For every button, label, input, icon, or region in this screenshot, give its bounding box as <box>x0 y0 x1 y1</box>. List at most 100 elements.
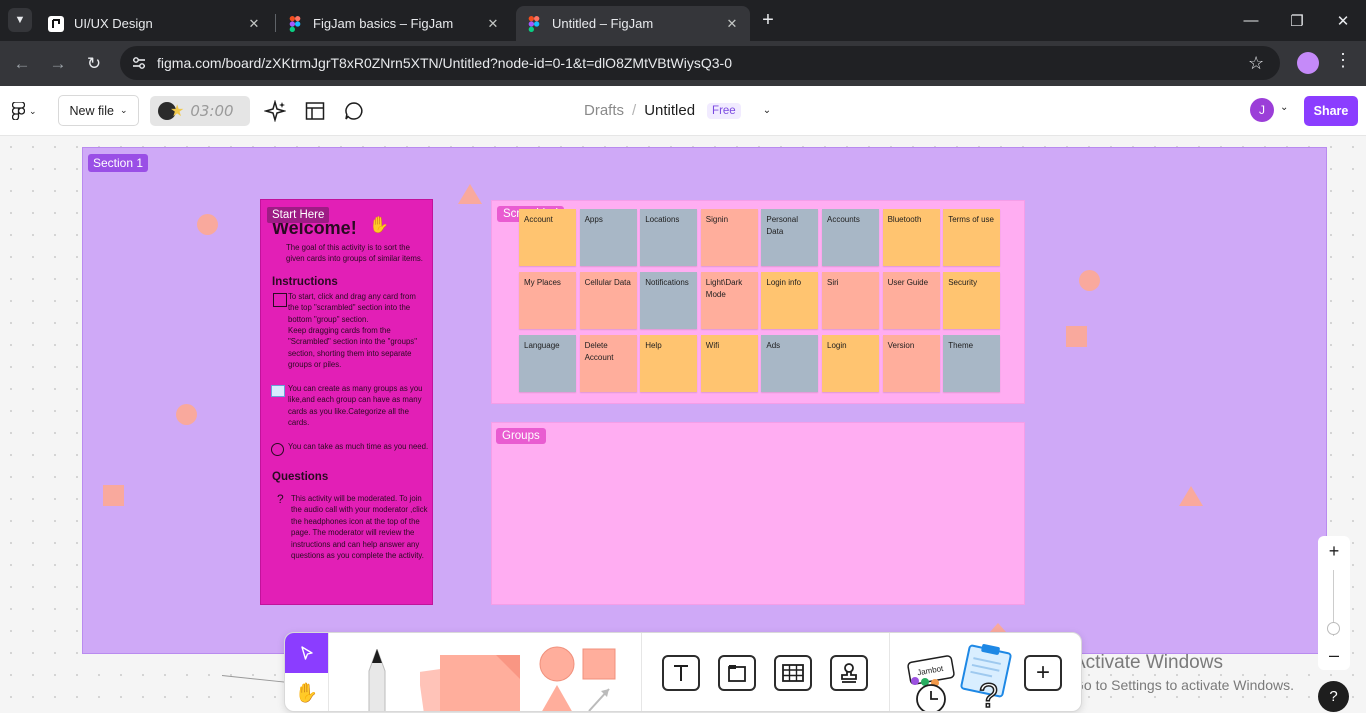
close-icon[interactable]: ✕ <box>724 16 740 32</box>
add-more-button[interactable]: + <box>1024 655 1062 691</box>
select-tool[interactable] <box>285 633 328 673</box>
main-menu-button[interactable]: ⌄ <box>12 102 37 120</box>
text-tool[interactable] <box>662 655 700 691</box>
site-info-icon[interactable] <box>130 54 148 72</box>
templates-icon[interactable] <box>303 99 327 123</box>
help-button[interactable]: ? <box>1318 681 1349 712</box>
tab-search-button[interactable]: ▼ <box>8 8 32 32</box>
zoom-out-button[interactable]: – <box>1318 640 1350 670</box>
sticky-note[interactable]: Signin <box>700 209 758 266</box>
sticky-note[interactable]: Notifications <box>640 272 698 329</box>
jambot-widget[interactable]: Jambot <box>905 651 961 711</box>
chevron-down-icon[interactable]: ⌄ <box>763 105 771 116</box>
square-shape[interactable] <box>103 485 124 506</box>
board-canvas[interactable]: Section 1 Start Here Welcome! ✋ The goal… <box>0 136 1366 713</box>
minimize-button[interactable]: — <box>1228 0 1274 41</box>
section-tool[interactable] <box>718 655 756 691</box>
triangle-shape[interactable] <box>1179 486 1203 506</box>
figma-logo-icon <box>12 102 25 120</box>
circle-shape[interactable] <box>1079 270 1100 291</box>
sticky-note[interactable]: Login <box>822 335 879 392</box>
sticky-note[interactable]: Bluetooth <box>882 209 940 266</box>
restore-button[interactable]: ❐ <box>1274 0 1320 41</box>
sticky-note[interactable]: Siri <box>822 272 879 329</box>
comment-icon[interactable] <box>342 99 366 123</box>
close-icon[interactable]: ✕ <box>485 16 501 32</box>
sticky-note-tool[interactable] <box>418 649 525 711</box>
stamp-tool[interactable] <box>830 655 868 691</box>
sticky-note[interactable]: Ads <box>761 335 819 392</box>
section-icon <box>728 665 746 682</box>
share-button[interactable]: Share <box>1304 96 1358 126</box>
connector-line[interactable] <box>221 675 286 683</box>
zoom-slider-handle[interactable] <box>1327 622 1340 635</box>
pen-tool[interactable] <box>365 647 389 711</box>
sticky-note[interactable]: Locations <box>640 209 698 266</box>
windows-activation-watermark: Activate Windows Go to Settings to activ… <box>1073 652 1294 693</box>
instruction-1a: To start, click and drag any card from t… <box>288 292 416 324</box>
instructions-card[interactable]: Start Here Welcome! ✋ The goal of this a… <box>260 199 433 605</box>
sticky-note[interactable]: Accounts <box>822 209 879 266</box>
square-shape[interactable] <box>1066 326 1087 347</box>
triangle-shape[interactable] <box>990 623 1006 632</box>
sticky-note[interactable]: My Places <box>519 272 576 329</box>
more-widgets[interactable]: ? <box>959 641 1015 711</box>
sticky-note[interactable]: Help <box>640 335 698 392</box>
figjam-header: ⌄ New file ⌄ ★ 03:00 Drafts / Untitled F… <box>0 86 1366 136</box>
close-icon[interactable]: ✕ <box>246 16 262 32</box>
sticky-note[interactable]: Cellular Data <box>579 272 637 329</box>
file-name[interactable]: Untitled <box>644 102 695 119</box>
timer-widget[interactable]: ★ 03:00 <box>150 96 250 126</box>
sticky-note[interactable]: Account <box>519 209 576 266</box>
sticky-note[interactable]: Wifi <box>700 335 758 392</box>
profile-avatar[interactable] <box>1297 52 1319 74</box>
sticky-note[interactable]: Login info <box>761 272 819 329</box>
breadcrumb: Drafts / Untitled Free ⌄ <box>584 102 771 119</box>
browser-menu-icon[interactable]: ⋮ <box>1334 50 1352 71</box>
circle-shape[interactable] <box>197 214 218 235</box>
watermark-title: Activate Windows <box>1073 652 1223 673</box>
reload-button[interactable]: ↻ <box>79 49 109 79</box>
close-window-button[interactable]: ✕ <box>1320 0 1366 41</box>
avatar[interactable]: J <box>1250 98 1274 122</box>
tab-title: UI/UX Design <box>74 16 153 31</box>
forward-button[interactable]: → <box>43 49 73 79</box>
shapes-tool[interactable] <box>539 645 619 711</box>
chevron-down-icon[interactable]: ⌄ <box>1280 102 1288 113</box>
sticky-note[interactable]: Apps <box>579 209 637 266</box>
section-label[interactable]: Section 1 <box>88 154 149 172</box>
marker-icon <box>368 647 386 711</box>
tab-figjam-basics[interactable]: FigJam basics – FigJam ✕ <box>277 6 511 41</box>
sticky-note[interactable]: Theme <box>943 335 1001 392</box>
browser-address-bar: ← → ↻ figma.com/board/zXKtrmJgrT8xR0ZNrn… <box>0 41 1366 86</box>
sticky-note[interactable]: Delete Account <box>579 335 637 392</box>
tab-untitled-figjam[interactable]: Untitled – FigJam ✕ <box>516 6 750 41</box>
address-field[interactable]: figma.com/board/zXKtrmJgrT8xR0ZNrn5XTN/U… <box>120 46 1280 80</box>
bookmark-star-icon[interactable]: ☆ <box>1248 53 1264 74</box>
tab-ui-ux-design[interactable]: UI/UX Design ✕ <box>38 6 272 41</box>
sticky-note[interactable]: Version <box>882 335 940 392</box>
sticky-note[interactable]: User Guide <box>882 272 940 329</box>
back-button[interactable]: ← <box>7 49 37 79</box>
sticky-note-stack-icon <box>418 655 520 711</box>
ai-sparkle-icon[interactable] <box>263 99 287 123</box>
new-file-button[interactable]: New file ⌄ <box>58 95 139 126</box>
hand-tool[interactable]: ✋ <box>285 673 328 711</box>
table-tool[interactable] <box>774 655 812 691</box>
new-tab-button[interactable]: + <box>756 8 780 32</box>
sticky-note[interactable]: Terms of use <box>943 209 1001 266</box>
sticky-note[interactable]: Light\Dark Mode <box>700 272 758 329</box>
tab-title: Untitled – FigJam <box>552 16 654 31</box>
toolbar-divider <box>328 633 329 711</box>
figma-favicon-icon <box>526 15 542 32</box>
circle-shape[interactable] <box>176 404 197 425</box>
zoom-in-button[interactable]: + <box>1318 536 1350 566</box>
groups-section[interactable] <box>491 422 1025 605</box>
chevron-down-icon: ⌄ <box>29 105 37 116</box>
sticky-note[interactable]: Language <box>519 335 576 392</box>
breadcrumb-drafts[interactable]: Drafts <box>584 102 624 119</box>
groups-label[interactable]: Groups <box>496 428 546 444</box>
sticky-note[interactable]: Personal Data <box>761 209 819 266</box>
sticky-note[interactable]: Security <box>943 272 1001 329</box>
triangle-shape[interactable] <box>458 184 482 204</box>
